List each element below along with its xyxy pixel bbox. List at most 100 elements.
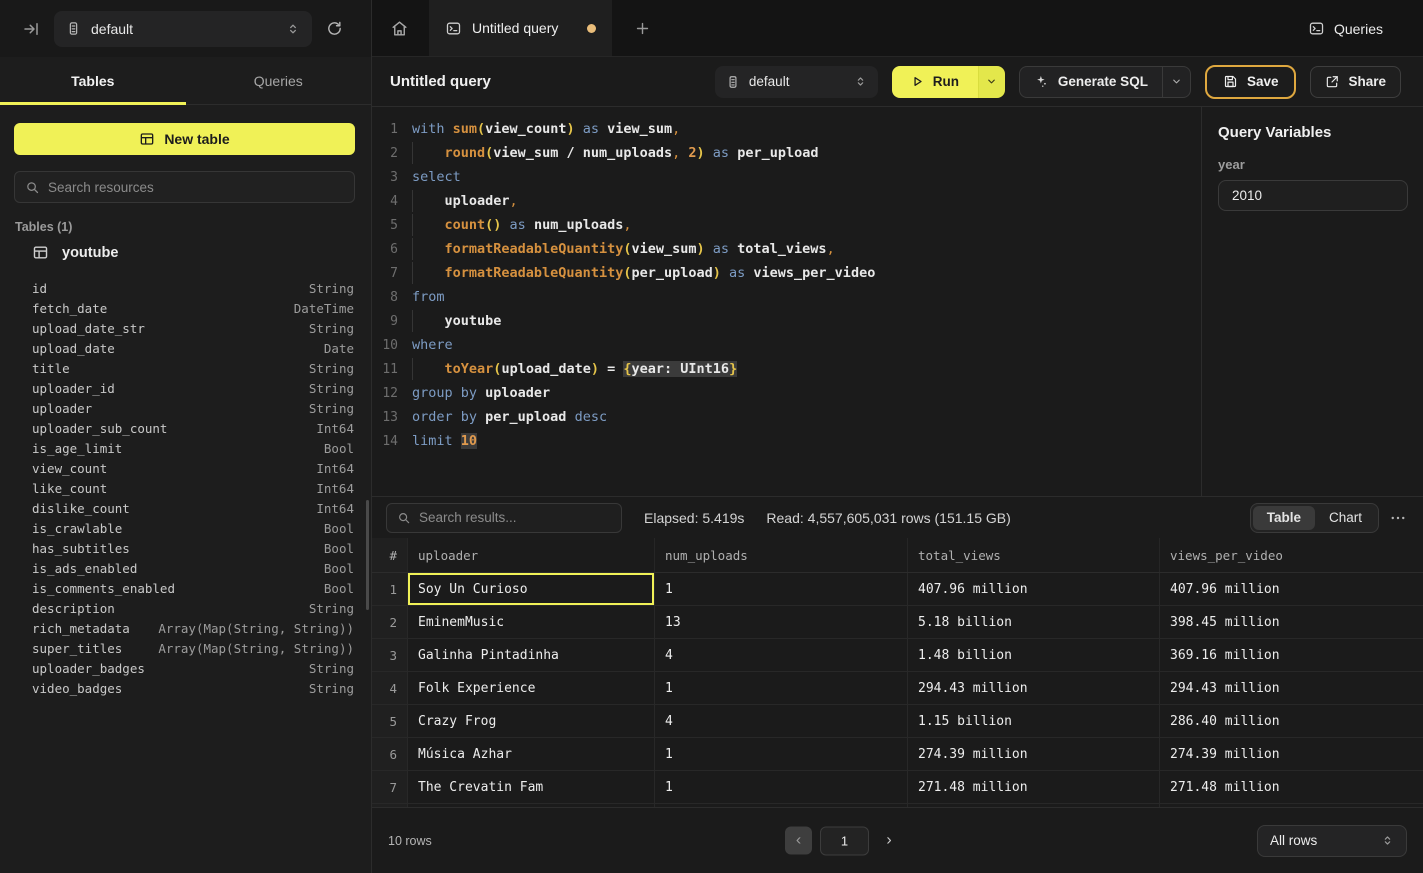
queries-button[interactable]: Queries — [1308, 0, 1383, 57]
query-tab[interactable]: Untitled query — [429, 0, 612, 56]
uploader-cell[interactable]: Música Azhar — [408, 738, 655, 770]
total-views-cell[interactable]: 271.48 million — [908, 771, 1160, 803]
table-row: 6Música Azhar1274.39 million274.39 milli… — [372, 738, 1423, 771]
num-uploads-cell[interactable]: 1 — [655, 672, 908, 704]
total-views-cell[interactable]: 407.96 million — [908, 573, 1160, 605]
line-number: 6 — [372, 242, 398, 257]
line-number: 12 — [372, 386, 398, 401]
row-index-cell: 3 — [372, 639, 408, 671]
column-header-num-uploads[interactable]: num_uploads — [655, 538, 908, 572]
query-title: Untitled query — [390, 73, 491, 90]
total-views-cell[interactable]: 5.18 billion — [908, 606, 1160, 638]
column-header-views-per-video[interactable]: views_per_video — [1160, 538, 1423, 572]
save-button[interactable]: Save — [1205, 65, 1297, 99]
total-views-cell[interactable]: 274.39 million — [908, 738, 1160, 770]
views-per-video-cell[interactable]: 286.40 million — [1160, 705, 1423, 737]
sidebar-scrollbar[interactable] — [366, 500, 369, 610]
query-toolbar: Untitled query default — [372, 57, 1423, 107]
views-per-video-cell[interactable]: 407.96 million — [1160, 573, 1423, 605]
generate-sql-caret[interactable] — [1162, 67, 1190, 97]
total-views-cell[interactable]: 1.48 billion — [908, 639, 1160, 671]
new-table-label: New table — [164, 131, 229, 147]
views-per-video-cell[interactable]: 271.48 million — [1160, 771, 1423, 803]
uploader-cell[interactable]: Soy Un Curioso — [408, 573, 655, 605]
prev-page-chevron-icon: ‹ — [796, 832, 801, 850]
page-size-select[interactable]: All rows — [1257, 825, 1407, 857]
sql-console-app: default Tables Queries New table — [0, 0, 1423, 873]
column-header-index[interactable]: # — [372, 538, 408, 572]
views-per-video-cell[interactable]: 369.16 million — [1160, 639, 1423, 671]
uploader-cell[interactable]: EminemMusic — [408, 606, 655, 638]
prev-page-button[interactable]: ‹ — [785, 827, 812, 855]
uploader-cell[interactable]: The Crevatin Fam — [408, 771, 655, 803]
page-size-label: All rows — [1270, 833, 1381, 848]
sql-editor[interactable]: 1with sum(view_count) as view_sum,2 roun… — [372, 107, 1201, 496]
query-variables-panel: Query Variables year — [1201, 107, 1423, 496]
num-uploads-cell[interactable]: 1 — [655, 771, 908, 803]
editor-line: 12group by uploader — [372, 381, 1201, 405]
num-uploads-cell[interactable]: 1 — [655, 738, 908, 770]
row-count-label: 10 rows — [388, 834, 432, 848]
refresh-icon[interactable] — [326, 20, 343, 37]
uploader-cell[interactable]: Crazy Frog — [408, 705, 655, 737]
results-table: # uploader num_uploads total_views views… — [372, 538, 1423, 808]
code-text: formatReadableQuantity(view_sum) as tota… — [412, 241, 835, 257]
share-button[interactable]: Share — [1310, 66, 1401, 98]
table-row: 5Crazy Frog41.15 billion286.40 million — [372, 705, 1423, 738]
schema-column-row: dislike_countInt64 — [32, 498, 354, 518]
editor-line: 3select — [372, 165, 1201, 189]
sidebar-tab-tables[interactable]: Tables — [0, 57, 186, 104]
view-toggle-chart[interactable]: Chart — [1315, 506, 1376, 530]
search-icon — [397, 511, 411, 525]
views-per-video-cell[interactable]: 398.45 million — [1160, 606, 1423, 638]
variable-year-input[interactable] — [1218, 180, 1408, 211]
resource-search-input[interactable] — [48, 180, 344, 195]
home-icon[interactable] — [384, 13, 415, 44]
toolbar-database-selector[interactable]: default — [715, 66, 878, 98]
page-number-input[interactable]: 1 — [820, 826, 869, 855]
uploader-cell[interactable]: Folk Experience — [408, 672, 655, 704]
schema-list: idStringfetch_dateDateTimeupload_date_st… — [32, 278, 354, 698]
view-toggle-table[interactable]: Table — [1253, 506, 1315, 530]
sidebar-tab-queries[interactable]: Queries — [186, 57, 372, 104]
num-uploads-cell[interactable]: 4 — [655, 639, 908, 671]
next-page-chevron-icon: › — [886, 832, 891, 850]
results-search-input[interactable] — [419, 510, 611, 525]
column-type: Bool — [324, 441, 354, 456]
views-per-video-cell[interactable]: 294.43 million — [1160, 672, 1423, 704]
num-uploads-cell[interactable]: 4 — [655, 705, 908, 737]
schema-column-row: super_titlesArray(Map(String, String)) — [32, 638, 354, 658]
main-area: Untitled query Queries Untitled query — [372, 0, 1423, 873]
schema-column-row: like_countInt64 — [32, 478, 354, 498]
column-type: Int64 — [316, 421, 354, 436]
editor-line: 2 round(view_sum / num_uploads, 2) as pe… — [372, 141, 1201, 165]
column-type: String — [309, 601, 354, 616]
column-header-uploader[interactable]: uploader — [408, 538, 655, 572]
column-header-total-views[interactable]: total_views — [908, 538, 1160, 572]
views-per-video-cell[interactable]: 274.39 million — [1160, 738, 1423, 770]
schema-column-row: titleString — [32, 358, 354, 378]
generate-sql-button[interactable]: Generate SQL — [1020, 67, 1162, 97]
line-number: 5 — [372, 218, 398, 233]
num-uploads-cell[interactable]: 1 — [655, 573, 908, 605]
next-page-button[interactable]: › — [877, 827, 901, 855]
code-text: toYear(upload_date) = {year: UInt16} — [412, 361, 737, 377]
new-table-button[interactable]: New table — [14, 123, 355, 155]
collapse-sidebar-icon[interactable] — [22, 20, 40, 38]
share-button-label: Share — [1348, 74, 1386, 89]
run-button[interactable]: Run — [892, 66, 978, 98]
new-tab-plus-icon[interactable] — [634, 20, 651, 37]
ellipsis-icon[interactable] — [1389, 509, 1407, 527]
sidebar-database-selector[interactable]: default — [54, 11, 312, 47]
num-uploads-cell[interactable]: 13 — [655, 606, 908, 638]
sidebar-table-youtube[interactable]: youtube — [32, 244, 118, 261]
uploader-cell[interactable]: Galinha Pintadinha — [408, 639, 655, 671]
total-views-cell[interactable]: 294.43 million — [908, 672, 1160, 704]
total-views-cell[interactable]: 1.15 billion — [908, 705, 1160, 737]
editor-line: 14limit 10 — [372, 429, 1201, 453]
run-options-caret[interactable] — [978, 66, 1005, 98]
database-icon — [66, 21, 81, 36]
code-text: round(view_sum / num_uploads, 2) as per_… — [412, 145, 818, 161]
code-text: order by per_upload desc — [412, 409, 607, 425]
run-button-label: Run — [933, 74, 959, 89]
